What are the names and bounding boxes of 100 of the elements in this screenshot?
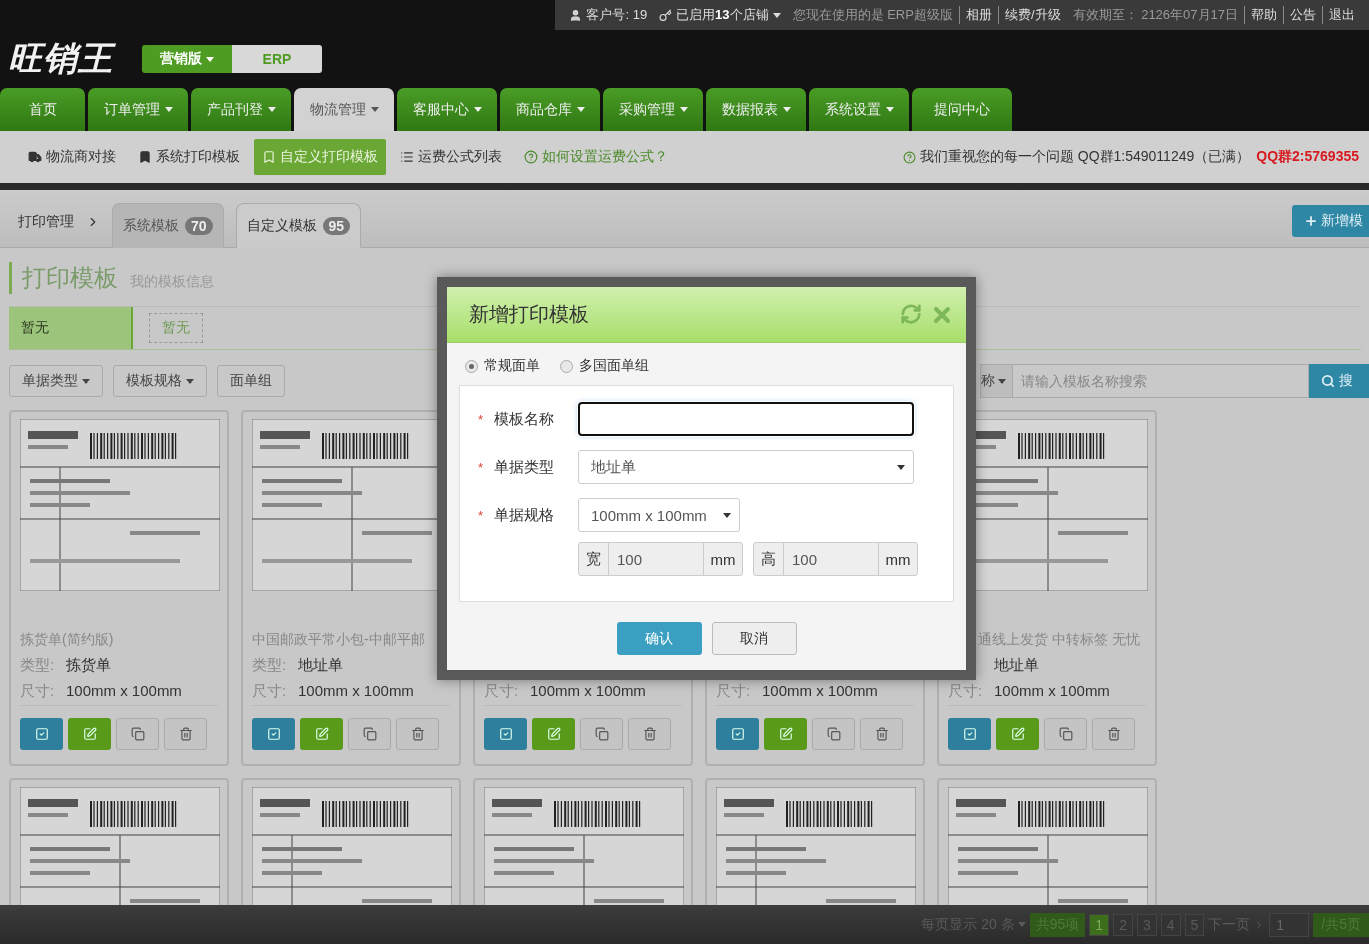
top-link[interactable]: 公告 — [1290, 6, 1316, 24]
size-value: 100mm x 100mm — [66, 682, 182, 700]
customer-id: 客户号: 19 — [586, 6, 648, 24]
edit-button[interactable] — [300, 718, 343, 750]
field-label: 单据类型 — [494, 457, 555, 477]
copy-icon — [1058, 727, 1073, 741]
size-value: 100mm x 100mm — [298, 682, 414, 700]
size-label: 尺寸: — [20, 682, 55, 699]
support-text: 我们重视您的每一个问题 QQ群1:549011249（已满） — [919, 148, 1251, 166]
nav-tab[interactable]: 物流管理 — [294, 88, 394, 131]
search-type-dropdown[interactable]: 称 — [980, 364, 1013, 398]
subnav-link[interactable]: 运费公式列表 — [392, 139, 510, 175]
delete-button[interactable] — [628, 718, 671, 750]
nav-tab[interactable]: 提问中心 — [912, 88, 1012, 131]
edit-button[interactable] — [764, 718, 807, 750]
category-item[interactable]: 暂无 — [9, 307, 133, 349]
search-icon — [1321, 374, 1335, 388]
nav-tab[interactable]: 客服中心 — [397, 88, 497, 131]
trash-icon — [1106, 727, 1121, 741]
dialog-title: 新增打印模板 — [469, 302, 589, 327]
list-icon — [400, 150, 414, 164]
type-select[interactable]: 地址单 — [578, 450, 914, 484]
refresh-icon[interactable] — [900, 302, 922, 325]
radio-button[interactable] — [465, 359, 478, 373]
plus-icon — [1304, 213, 1318, 228]
caret-icon — [897, 464, 905, 470]
support-group: QQ群2:5769355 — [1256, 148, 1359, 166]
category-item[interactable]: 暂无 — [149, 313, 203, 343]
search-field[interactable]: 请输入模板名称搜索 — [1013, 364, 1309, 398]
nav-tab[interactable]: 数据报表 — [706, 88, 806, 131]
subnav-link[interactable]: 如何设置运费公式？ — [516, 139, 676, 175]
dimension-field[interactable]: 高 100 mm — [753, 542, 918, 576]
select-button[interactable] — [252, 718, 295, 750]
help-icon — [524, 150, 538, 164]
dimension-field[interactable]: 宽 100 mm — [578, 542, 743, 576]
type-label: 类型: — [20, 656, 55, 673]
radio-button[interactable] — [560, 359, 573, 373]
key-icon — [659, 8, 673, 22]
radio-label: 多国面单组 — [579, 357, 649, 375]
copy-button[interactable] — [116, 718, 159, 750]
edit-button[interactable] — [996, 718, 1039, 750]
count-badge: 70 — [185, 217, 213, 235]
filter-button[interactable]: 面单组 — [217, 365, 285, 397]
edition-toggle[interactable]: 营销版 — [142, 45, 232, 73]
search-button[interactable]: 搜 — [1309, 364, 1369, 398]
edit-icon — [82, 727, 97, 741]
select-button[interactable] — [948, 718, 991, 750]
nav-tab[interactable]: 商品仓库 — [500, 88, 600, 131]
template-tab[interactable]: 系统模板 70 — [112, 203, 224, 248]
select-button[interactable] — [20, 718, 63, 750]
copy-button[interactable] — [812, 718, 855, 750]
filter-button[interactable]: 模板规格 — [113, 365, 207, 397]
subnav-link[interactable]: 自定义打印模板 — [254, 139, 386, 175]
copy-button[interactable] — [348, 718, 391, 750]
add-template-button[interactable]: 新增模 — [1292, 204, 1369, 237]
breadcrumb-root[interactable]: 打印管理 — [18, 212, 74, 231]
nav-tab[interactable]: 系统设置 — [809, 88, 909, 131]
template-tab[interactable]: 自定义模板 95 — [235, 203, 362, 248]
top-link[interactable]: 续费/升级 — [1004, 6, 1061, 24]
truck-icon — [28, 150, 42, 164]
copy-button[interactable] — [580, 718, 623, 750]
top-link[interactable]: 相册 — [965, 6, 992, 24]
checkbox-icon — [498, 727, 513, 741]
edition-toggle[interactable]: ERP — [232, 45, 322, 73]
required-mark: * — [478, 507, 485, 523]
subnav-link[interactable]: 物流商对接 — [20, 139, 124, 175]
page-number[interactable]: 1 — [1089, 913, 1110, 936]
trash-icon — [874, 727, 889, 741]
size-label: 尺寸: — [948, 682, 983, 699]
template-title: 中国邮政平常小包-中邮平邮 — [252, 631, 425, 647]
delete-button[interactable] — [860, 718, 903, 750]
size-select[interactable]: 100mm x 100mm — [578, 498, 740, 532]
radio-label: 常规面单 — [484, 357, 540, 375]
edit-button[interactable] — [68, 718, 111, 750]
user-icon — [569, 8, 583, 22]
filter-button[interactable]: 单据类型 — [9, 365, 103, 397]
select-button[interactable] — [484, 718, 527, 750]
checkbox-icon — [730, 727, 745, 741]
nav-tab[interactable]: 首页 — [0, 88, 85, 131]
nav-tab[interactable]: 产品刊登 — [191, 88, 291, 131]
nav-tab[interactable]: 采购管理 — [603, 88, 703, 131]
nav-tab[interactable]: 订单管理 — [88, 88, 188, 131]
required-mark: * — [478, 459, 485, 475]
select-button[interactable] — [716, 718, 759, 750]
trash-icon — [410, 727, 425, 741]
delete-button[interactable] — [164, 718, 207, 750]
delete-button[interactable] — [396, 718, 439, 750]
copy-button[interactable] — [1044, 718, 1087, 750]
name-input[interactable] — [578, 402, 914, 436]
subnav-link[interactable]: 系统打印模板 — [130, 139, 248, 175]
top-link[interactable]: 退出 — [1329, 6, 1355, 24]
edit-icon — [778, 727, 793, 741]
shops-dropdown[interactable]: 已启用13个店铺 — [676, 6, 769, 24]
edit-button[interactable] — [532, 718, 575, 750]
top-link[interactable]: 帮助 — [1251, 6, 1277, 24]
cancel-button[interactable]: 取消 — [711, 622, 797, 655]
confirm-button[interactable]: 确认 — [616, 622, 702, 655]
delete-button[interactable] — [1092, 718, 1135, 750]
required-mark: * — [478, 411, 485, 427]
trash-icon — [642, 727, 657, 741]
